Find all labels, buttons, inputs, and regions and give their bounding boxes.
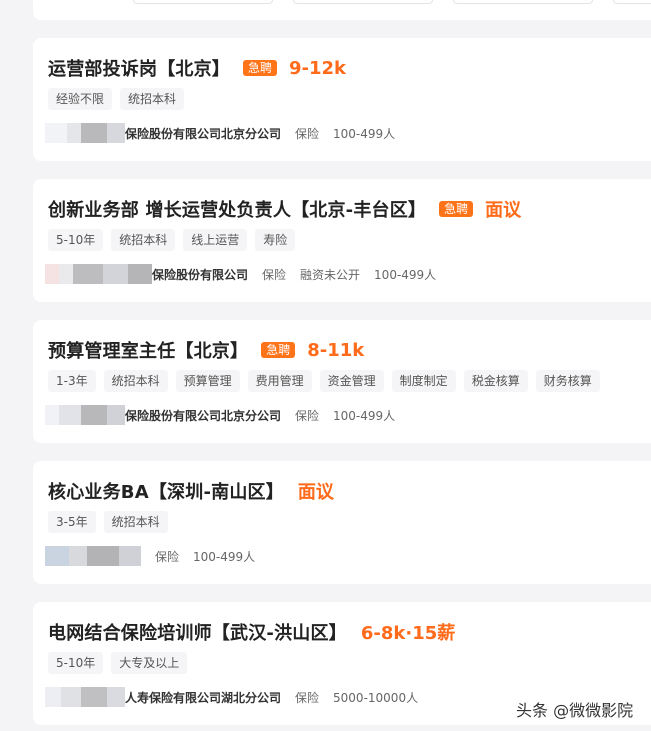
urgent-badge: 急聘 (243, 60, 278, 76)
company-size: 100-499人 (333, 408, 396, 423)
blurred-company-logo (45, 404, 125, 426)
company-industry: 保险 (295, 126, 320, 141)
job-title[interactable]: 预算管理室主任【北京】 (48, 337, 248, 363)
job-tags: 5-10年 统招本科 线上运营 寿险 (48, 229, 296, 251)
job-title-row: 电网结合保险培训师【武汉-洪山区】 6-8k·15薪 (48, 619, 455, 645)
company-industry: 保险 (295, 408, 320, 423)
company-row: 保险 100-499人 (45, 545, 255, 567)
watermark: 头条 @微微影院 (516, 701, 634, 720)
job-title-row: 创新业务部 增长运营处负责人【北京-丰台区】 急聘 面议 (48, 196, 521, 222)
urgent-badge: 急聘 (261, 342, 296, 358)
job-tag: 资金管理 (319, 370, 384, 392)
job-tags: 5-10年 大专及以上 (48, 652, 188, 674)
job-salary: 9-12k (289, 57, 347, 79)
company-name[interactable]: 保险股份有限公司 (152, 266, 248, 283)
job-title-row: 预算管理室主任【北京】 急聘 8-11k (48, 337, 364, 363)
company-name[interactable]: 保险股份有限公司北京分公司 (125, 125, 281, 142)
job-tag: 统招本科 (103, 511, 168, 533)
job-salary: 面议 (297, 482, 334, 503)
job-tag: 统招本科 (111, 229, 176, 251)
job-tag: 统招本科 (120, 88, 185, 110)
job-tags: 1-3年 统招本科 预算管理 费用管理 资金管理 制度制定 税金核算 财务核算 (48, 370, 600, 392)
company-size: 100-499人 (333, 126, 396, 141)
company-industry: 保险 (262, 267, 287, 282)
job-title[interactable]: 创新业务部 增长运营处负责人【北京-丰台区】 (48, 196, 426, 222)
job-tag: 大专及以上 (111, 652, 188, 674)
job-tags: 经验不限 统招本科 (48, 88, 185, 110)
company-industry: 保险 (155, 549, 180, 564)
company-name[interactable]: 人寿保险有限公司湖北分公司 (125, 689, 281, 706)
blurred-company-logo (45, 122, 125, 144)
job-card[interactable]: 核心业务BA【深圳-南山区】 面议 3-5年 统招本科 保险 100-499人 (33, 461, 651, 584)
filter-dropdown[interactable] (613, 0, 651, 4)
job-tag: 3-5年 (48, 511, 96, 533)
company-size: 100-499人 (193, 549, 256, 564)
job-tag: 线上运营 (183, 229, 248, 251)
job-tag: 5-10年 (48, 652, 104, 674)
company-size: 5000-10000人 (333, 690, 419, 705)
job-card[interactable]: 创新业务部 增长运营处负责人【北京-丰台区】 急聘 面议 5-10年 统招本科 … (33, 179, 651, 302)
company-row: 保险股份有限公司北京分公司 保险 100-499人 (45, 404, 395, 426)
job-title[interactable]: 电网结合保险培训师【武汉-洪山区】 (48, 619, 347, 645)
job-title-row: 核心业务BA【深圳-南山区】 面议 (48, 478, 334, 504)
job-title[interactable]: 运营部投诉岗【北京】 (48, 55, 230, 81)
job-card[interactable]: 预算管理室主任【北京】 急聘 8-11k 1-3年 统招本科 预算管理 费用管理… (33, 320, 651, 443)
job-card[interactable]: 运营部投诉岗【北京】 急聘 9-12k 经验不限 统招本科 保险股份有限公司北京… (33, 38, 651, 161)
job-tag: 统招本科 (103, 370, 168, 392)
filter-dropdown[interactable] (453, 0, 593, 4)
job-tag: 税金核算 (463, 370, 528, 392)
job-tag: 费用管理 (247, 370, 312, 392)
job-salary: 8-11k (307, 339, 365, 361)
company-size: 100-499人 (374, 267, 437, 282)
company-row: 保险股份有限公司北京分公司 保险 100-499人 (45, 122, 395, 144)
job-tag: 预算管理 (175, 370, 240, 392)
blurred-company-logo (45, 545, 141, 567)
company-row: 保险股份有限公司 保险 融资未公开 100-499人 (45, 263, 436, 285)
job-salary: 6-8k·15薪 (360, 623, 456, 644)
job-tag: 寿险 (255, 229, 296, 251)
filter-dropdown[interactable] (133, 0, 273, 4)
job-salary: 面议 (485, 200, 522, 221)
job-tags: 3-5年 统招本科 (48, 511, 168, 533)
filter-bar (33, 0, 651, 20)
company-row: 人寿保险有限公司湖北分公司 保险 5000-10000人 (45, 686, 418, 708)
job-tag: 制度制定 (391, 370, 456, 392)
job-tag: 财务核算 (535, 370, 600, 392)
job-title-row: 运营部投诉岗【北京】 急聘 9-12k (48, 55, 346, 81)
urgent-badge: 急聘 (439, 201, 474, 217)
blurred-company-logo (45, 686, 125, 708)
company-industry: 保险 (295, 690, 320, 705)
blurred-company-logo (45, 263, 152, 285)
filter-dropdown[interactable] (293, 0, 433, 4)
job-title[interactable]: 核心业务BA【深圳-南山区】 (48, 478, 284, 504)
job-tag: 经验不限 (48, 88, 113, 110)
job-tag: 1-3年 (48, 370, 96, 392)
company-funding: 融资未公开 (300, 267, 361, 282)
job-tag: 5-10年 (48, 229, 104, 251)
company-name[interactable]: 保险股份有限公司北京分公司 (125, 407, 281, 424)
